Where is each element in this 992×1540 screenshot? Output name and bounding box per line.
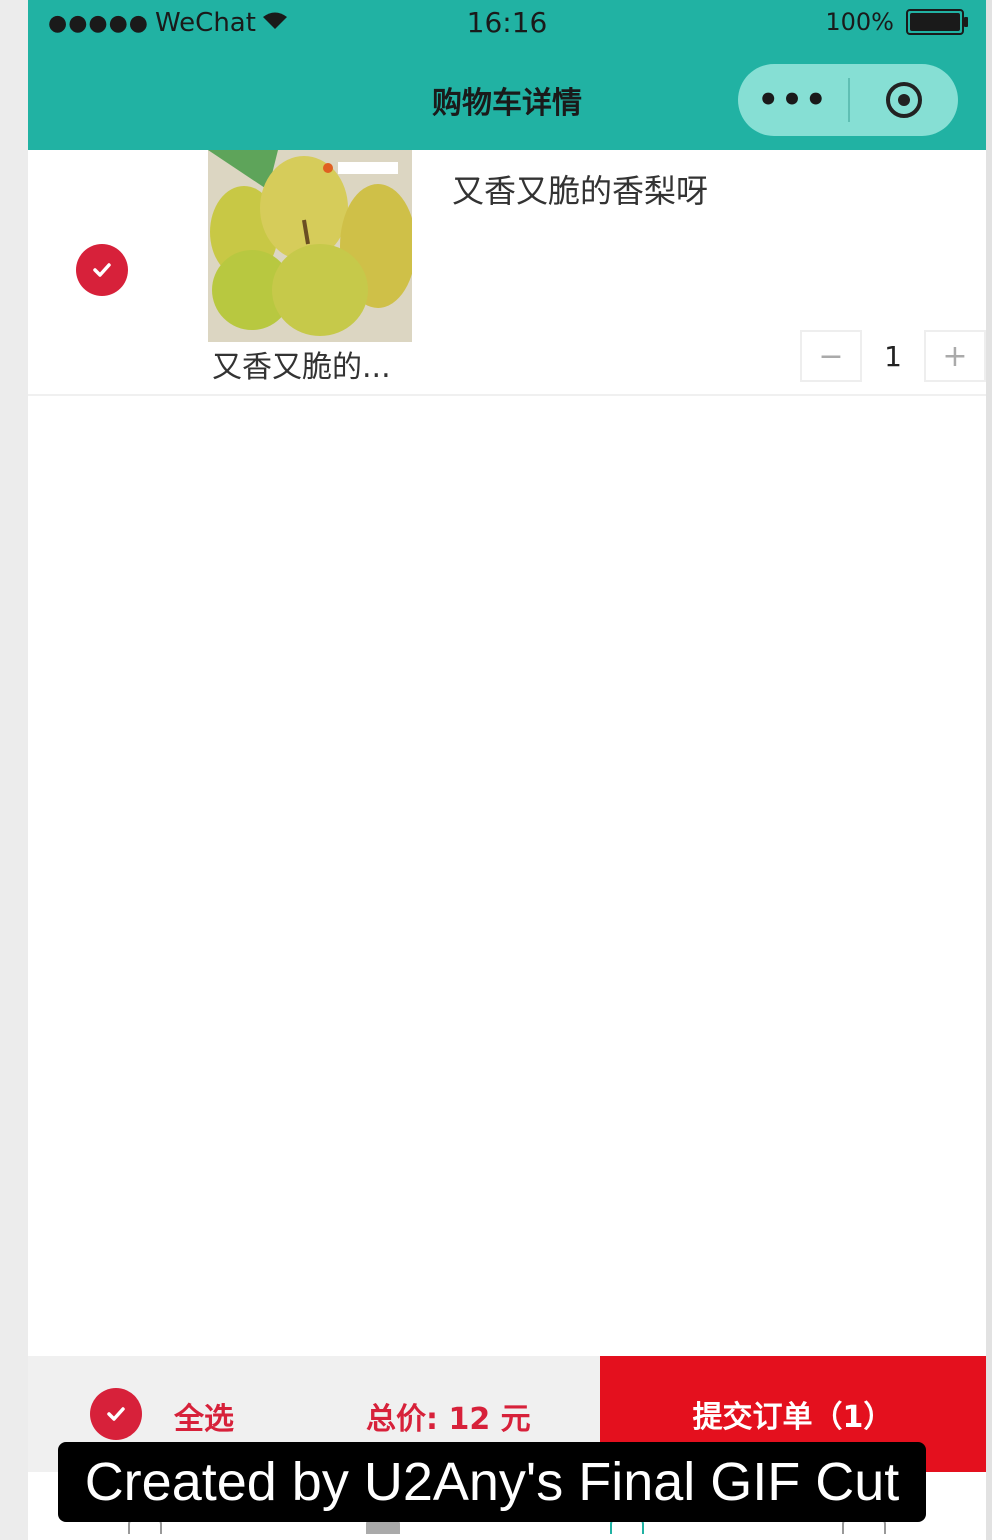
battery-icon [906,9,968,35]
battery-percent: 100% [825,8,894,36]
status-right: 100% [825,8,968,36]
item-checkbox[interactable] [76,244,128,296]
select-all-label[interactable]: 全选 [174,1394,234,1438]
more-menu-button[interactable]: ••• [738,80,848,120]
target-icon [886,82,922,118]
quantity-value[interactable]: 1 [862,340,924,373]
quantity-stepper: − 1 + [800,330,986,382]
checkmark-icon [93,263,111,277]
watermark-banner: Created by U2Any's Final GIF Cut [58,1442,926,1522]
decrease-button[interactable]: − [800,330,862,382]
miniprogram-capsule: ••• [738,64,958,136]
product-title[interactable]: 又香又脆的香梨呀 [452,166,708,212]
select-all-checkbox[interactable] [90,1388,142,1440]
app-header: ●●●●● WeChat 16:16 100% 购物车详情 ••• [28,0,986,150]
product-image[interactable] [208,150,412,342]
total-price: 总价: 12 元 [366,1402,531,1437]
cart-item: 又香又脆的... 又香又脆的香梨呀 − 1 + [28,150,986,396]
phone-screen: ●●●●● WeChat 16:16 100% 购物车详情 ••• 又香又脆的.… [28,0,986,1540]
pear-image [208,150,412,342]
window-edge [986,0,992,1540]
product-image-caption: 又香又脆的... [212,350,391,385]
checkmark-icon [107,1407,125,1421]
increase-button[interactable]: + [924,330,986,382]
close-miniprogram-button[interactable] [850,82,958,118]
